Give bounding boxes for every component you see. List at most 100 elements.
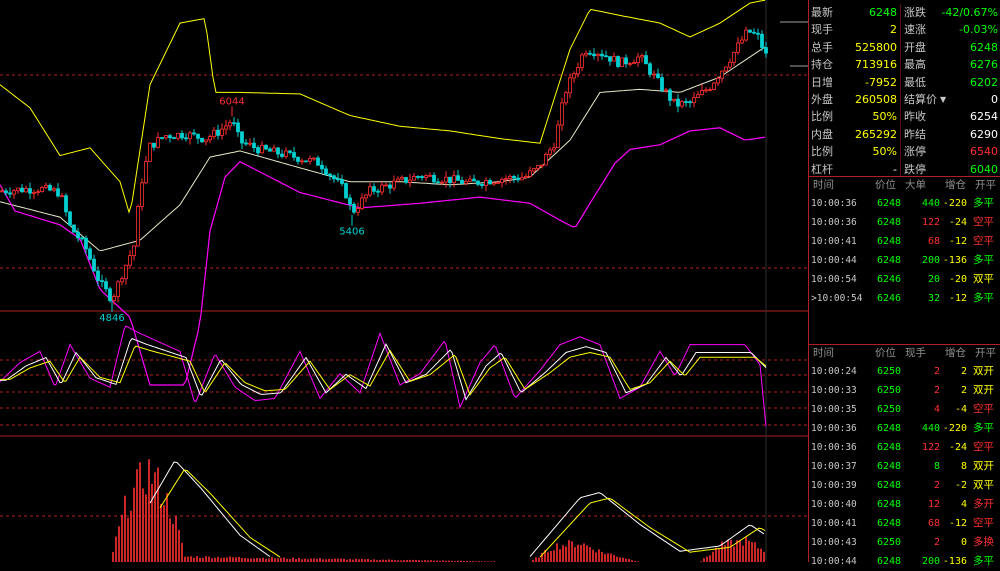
tick-time: >10:00:54 [811, 293, 863, 304]
candle-body [560, 102, 564, 126]
tick-row[interactable]: 10:00:40 6248 12 4 多开 [809, 495, 1000, 514]
candle-body [760, 33, 764, 48]
candle-body [580, 54, 584, 68]
kline-chart[interactable]: 6044 5406 4846 [0, 0, 810, 562]
candle-body [372, 186, 376, 192]
quote-label: 最低 [904, 75, 926, 89]
quote-value: 50% [872, 145, 897, 159]
tick-open-close: 多平 [973, 422, 994, 434]
tick-row[interactable]: 10:00:37 6248 8 8 双开 [809, 457, 1000, 476]
candle-body [224, 125, 228, 130]
tick-row[interactable]: 10:00:36 6248 122 -24 空平 [809, 438, 1000, 457]
candle-body [160, 137, 164, 139]
stochastic-pane[interactable] [0, 325, 767, 427]
candle-body [64, 195, 68, 213]
tick-row[interactable]: 10:00:36 6248 440 -220 多平 [809, 194, 1000, 213]
candle-body [724, 66, 728, 72]
candle-body [116, 281, 120, 297]
quote-value: 0 [991, 92, 998, 106]
candle-body [420, 176, 424, 179]
tick-position-change: 0 [960, 537, 967, 548]
tick-header-cell: 价位 [875, 347, 896, 359]
candle-body [12, 190, 16, 195]
tick-open-close: 空平 [973, 216, 994, 228]
tick-row[interactable]: 10:00:54 6246 20 -20 双平 [809, 270, 1000, 289]
candle-body [0, 190, 4, 193]
tick-time: 10:00:43 [811, 537, 857, 548]
stoch-d-line [0, 345, 767, 396]
candle-body [676, 98, 680, 107]
tick-row[interactable]: 10:00:36 6248 122 -24 空平 [809, 213, 1000, 232]
quote-label: 开盘 [904, 40, 926, 54]
tick-price: 6248 [877, 236, 902, 247]
tick-price: 6248 [877, 255, 902, 266]
tick-row[interactable]: 10:00:36 6248 440 -220 多平 [809, 419, 1000, 438]
quote-label: 比例 [811, 110, 833, 124]
quote-value: 6254 [970, 110, 998, 124]
candle-body [720, 70, 724, 79]
candle-body [428, 174, 432, 177]
candle-body [144, 161, 148, 184]
quote-label[interactable]: 结算价 [904, 91, 937, 108]
candle-body [140, 182, 144, 207]
quote-value: 2 [890, 23, 897, 37]
tick-row[interactable]: 10:00:24 6250 2 2 双开 [809, 362, 1000, 381]
tick-open-close: 双开 [973, 365, 994, 377]
candle-body [476, 180, 480, 185]
quote-row: 持仓 713916 最高 6276 [809, 56, 1000, 73]
tick-volume: 20 [927, 274, 940, 285]
tick-volume: 8 [933, 461, 940, 472]
tick-row[interactable]: 10:00:35 6250 4 -4 空平 [809, 400, 1000, 419]
tick-position-change: -24 [948, 217, 967, 228]
tick-time: 10:00:36 [811, 217, 857, 228]
tick-open-close: 空平 [973, 403, 994, 415]
candle-body [380, 184, 384, 193]
candle-body [592, 53, 596, 57]
tick-header: 时间 价位 现手 增仓 开平 [809, 345, 1000, 362]
candle-body [688, 101, 692, 104]
candle-body [616, 56, 620, 67]
candle-body [328, 173, 332, 177]
candle-body [152, 142, 156, 148]
macd-dif-line [149, 461, 271, 558]
stoch-j-line [0, 325, 767, 427]
big-order-tick-list[interactable]: 时间 价位 大单 增仓 开平 10:00:36 6248 440 -220 多平 10:00:36 6… [809, 177, 1000, 308]
candle-body [440, 181, 444, 184]
tick-row[interactable]: 10:00:41 6248 68 -12 空平 [809, 514, 1000, 533]
tick-row[interactable]: 10:00:44 6248 200 -136 多平 [809, 251, 1000, 270]
dropdown-arrow-icon[interactable]: ▼ [940, 91, 946, 108]
candle-body [264, 144, 268, 150]
candle-body [540, 164, 544, 167]
candle-body [192, 132, 196, 135]
candle-body [236, 122, 240, 133]
tick-time: 10:00:41 [811, 236, 857, 247]
tick-row[interactable]: 10:00:41 6248 68 -12 空平 [809, 232, 1000, 251]
candle-body [432, 174, 436, 183]
price-pane[interactable] [0, 0, 768, 386]
candle-body [348, 197, 352, 205]
tick-volume: 68 [927, 518, 940, 529]
candle-body [400, 177, 404, 180]
candle-body [128, 255, 132, 266]
candle-body [716, 77, 720, 84]
tick-header-cell: 时间 [813, 347, 834, 359]
quote-label: 内盘 [811, 127, 833, 141]
tick-time: 10:00:40 [811, 499, 857, 510]
tick-volume: 32 [927, 293, 940, 304]
quote-value: 6540 [970, 145, 998, 159]
tick-row[interactable]: 10:00:39 6248 2 -2 双平 [809, 476, 1000, 495]
tick-row[interactable]: 10:00:43 6250 2 0 多换 [809, 533, 1000, 552]
quote-label: 速涨 [904, 23, 926, 37]
macd-pane[interactable] [112, 459, 766, 562]
candle-body [752, 31, 756, 34]
quote-label: 外盘 [811, 92, 833, 106]
tick-row[interactable]: 10:00:33 6250 2 2 双开 [809, 381, 1000, 400]
tick-price: 6246 [877, 274, 902, 285]
candle-body [196, 133, 200, 139]
candle-body [320, 164, 324, 170]
tick-row[interactable]: >10:00:54 6246 32 -12 多平 [809, 289, 1000, 308]
tick-list[interactable]: 时间 价位 现手 增仓 开平 10:00:24 6250 2 2 双开 10:00:33 6250 2 2… [809, 345, 1000, 571]
candle-body [744, 29, 748, 41]
candle-body [404, 177, 408, 183]
candle-body [212, 129, 216, 137]
